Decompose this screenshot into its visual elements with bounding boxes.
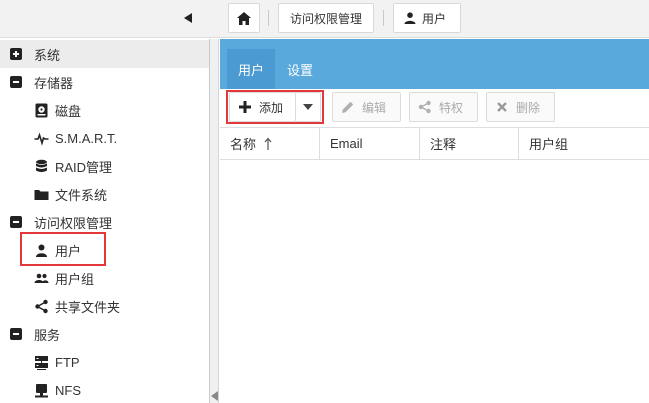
sidebar-category-label: 系统 — [34, 47, 61, 63]
tab-label: 用户 — [238, 62, 265, 78]
triangle-left-icon[interactable] — [211, 391, 218, 401]
disk-icon — [33, 102, 49, 118]
pencil-icon — [342, 101, 354, 113]
sidebar-item-user-group[interactable]: 用户组 — [0, 264, 209, 292]
breadcrumb-user[interactable]: 用户 — [393, 3, 461, 33]
column-header-group[interactable]: 用户组 — [519, 128, 649, 159]
grid-toolbar: 添加 编辑 特权 删除 — [220, 89, 649, 126]
collapse-sidebar-button[interactable] — [180, 9, 196, 27]
column-header-comment[interactable]: 注释 — [420, 128, 519, 159]
add-button-label: 添加 — [259, 100, 284, 115]
breadcrumb-home[interactable] — [228, 3, 260, 33]
top-toolbar: 访问权限管理 用户 — [0, 0, 649, 38]
sidebar-item-shared-folder[interactable]: 共享文件夹 — [0, 292, 209, 320]
column-header-name[interactable]: 名称 — [220, 128, 320, 159]
sidebar-item-ftp[interactable]: FTP — [0, 348, 209, 376]
navigation-sidebar: 系统 存储器 磁盘 S.M.A.R.T. RAID管理 文件系统 访问权限管理 — [0, 39, 210, 403]
sidebar-item-smart[interactable]: S.M.A.R.T. — [0, 124, 209, 152]
close-icon — [497, 102, 507, 112]
sidebar-item-disk[interactable]: 磁盘 — [0, 96, 209, 124]
column-header-label: 注释 — [430, 137, 457, 152]
tab-strip: 用户 设置 — [220, 39, 649, 89]
sidebar-item-label: 用户组 — [55, 271, 95, 287]
triangle-left-icon — [184, 13, 192, 23]
expand-plus-icon[interactable] — [10, 48, 22, 60]
sidebar-category-label: 服务 — [34, 327, 61, 343]
sidebar-item-label: S.M.A.R.T. — [55, 130, 118, 146]
collapse-minus-icon[interactable] — [10, 76, 22, 88]
tab-label: 设置 — [287, 62, 314, 78]
tab-users[interactable]: 用户 — [227, 49, 276, 89]
delete-button[interactable]: 删除 — [486, 92, 555, 122]
sidebar-item-filesystem[interactable]: 文件系统 — [0, 180, 209, 208]
breadcrumb-label: 访问权限管理 — [289, 11, 362, 26]
server-icon — [33, 354, 49, 370]
sidebar-item-label: 用户 — [55, 243, 82, 259]
sidebar-category-storage[interactable]: 存储器 — [0, 68, 209, 96]
add-button[interactable]: 添加 — [229, 92, 296, 122]
column-header-label: 名称 — [230, 137, 257, 152]
edit-button-label: 编辑 — [362, 100, 387, 115]
users-icon — [33, 270, 49, 286]
breadcrumb-separator — [268, 10, 269, 26]
desktop-icon — [33, 382, 49, 398]
column-header-email[interactable]: Email — [320, 128, 420, 159]
heartbeat-icon — [33, 130, 49, 146]
breadcrumb-label: 用户 — [422, 11, 447, 26]
sidebar-category-access-rights[interactable]: 访问权限管理 — [0, 208, 209, 236]
sort-ascending-icon — [264, 137, 272, 150]
share-icon — [33, 298, 49, 314]
sidebar-category-label: 存储器 — [34, 75, 74, 91]
sidebar-item-label: 文件系统 — [55, 187, 108, 203]
sidebar-item-label: 共享文件夹 — [55, 299, 121, 315]
delete-button-label: 删除 — [516, 100, 541, 115]
sidebar-splitter[interactable] — [210, 39, 219, 403]
plus-icon — [239, 101, 251, 113]
main-panel: 用户 设置 添加 编辑 特权 删除 名称 Email 注释 用户组 — [220, 39, 649, 403]
database-icon — [33, 158, 49, 174]
sidebar-category-services[interactable]: 服务 — [0, 320, 209, 348]
user-icon — [404, 12, 416, 24]
sidebar-item-label: NFS — [55, 382, 81, 398]
sidebar-item-nfs[interactable]: NFS — [0, 376, 209, 403]
chevron-down-icon — [303, 104, 313, 110]
sidebar-item-raid[interactable]: RAID管理 — [0, 152, 209, 180]
sidebar-item-user[interactable]: 用户 — [0, 236, 209, 264]
tab-settings[interactable]: 设置 — [276, 49, 324, 89]
folder-icon — [33, 186, 49, 202]
breadcrumb-separator — [383, 10, 384, 26]
sidebar-category-label: 访问权限管理 — [34, 215, 113, 231]
breadcrumb-access-rights[interactable]: 访问权限管理 — [278, 3, 374, 33]
share-icon — [418, 100, 431, 114]
edit-button[interactable]: 编辑 — [332, 92, 401, 122]
sidebar-category-system[interactable]: 系统 — [0, 40, 209, 68]
grid-header: 名称 Email 注释 用户组 — [220, 127, 649, 160]
user-icon — [33, 242, 49, 258]
privileges-button-label: 特权 — [439, 100, 464, 115]
collapse-minus-icon[interactable] — [10, 328, 22, 340]
add-dropdown-button[interactable] — [295, 92, 321, 122]
home-icon — [237, 11, 251, 25]
column-header-label: Email — [330, 136, 363, 151]
column-header-label: 用户组 — [529, 137, 569, 152]
collapse-minus-icon[interactable] — [10, 216, 22, 228]
privileges-button[interactable]: 特权 — [409, 92, 478, 122]
sidebar-item-label: FTP — [55, 354, 80, 370]
sidebar-item-label: RAID管理 — [55, 159, 113, 175]
sidebar-item-label: 磁盘 — [55, 103, 82, 119]
